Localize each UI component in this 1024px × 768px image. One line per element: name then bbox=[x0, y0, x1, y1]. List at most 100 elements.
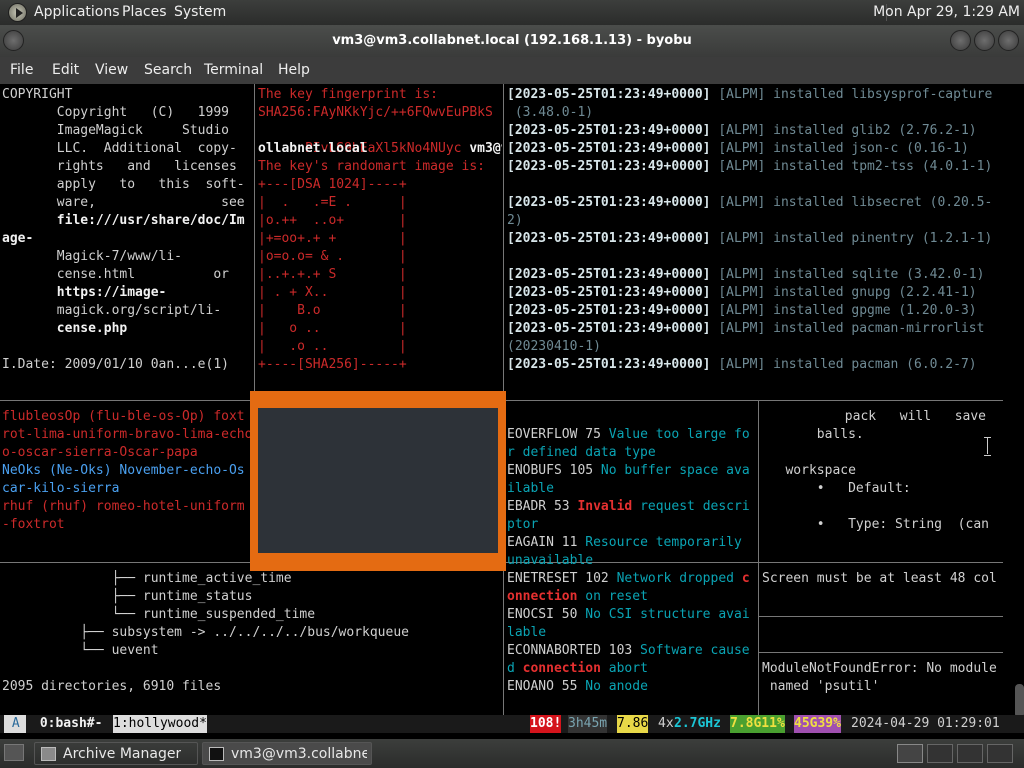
pane-nato-phonetic[interactable]: flubleosOp (flu-ble-os-Op) foxt rot-lima… bbox=[2, 408, 253, 558]
taskbar-terminal[interactable]: vm3@vm3.collabne... bbox=[202, 742, 372, 765]
pane-man-page[interactable]: COPYRIGHT Copyright (C) 1999 ImageMagick… bbox=[2, 86, 253, 386]
gnome-foot-icon[interactable] bbox=[8, 3, 27, 22]
pane-python[interactable]: ModuleNotFoundError: No module named 'ps… bbox=[762, 660, 1002, 714]
errno-desc: r defined data type bbox=[507, 445, 656, 460]
errno-desc: ilable bbox=[507, 481, 554, 496]
window-tab-1-active[interactable]: 1:hollywood* bbox=[113, 715, 207, 733]
errno-desc: abort bbox=[600, 661, 648, 676]
applications-menu[interactable]: Applications bbox=[34, 4, 120, 20]
menu-terminal[interactable]: Terminal bbox=[204, 62, 263, 78]
pane-tree[interactable]: ├── runtime_active_time ├── runtime_stat… bbox=[2, 570, 502, 714]
pacman-timestamp: [2023-05-25T01:23:49+0000] bbox=[507, 141, 711, 156]
errno-entry: ENOANO 55 No anode bbox=[507, 678, 648, 696]
errno-desc: on reset bbox=[577, 589, 648, 604]
scrollbar[interactable] bbox=[1015, 684, 1024, 718]
menu-edit[interactable]: Edit bbox=[52, 62, 79, 78]
window-tab-0[interactable]: 0:bash#- bbox=[32, 715, 110, 733]
menu-help[interactable]: Help bbox=[278, 62, 310, 78]
load-average: 7.86 bbox=[617, 715, 649, 733]
pacman-tag: [ALPM] bbox=[710, 267, 766, 282]
randomart-line: |o.++ ..o+ | bbox=[258, 213, 407, 228]
errno-entry: ECONNABORTED 103 Software cause bbox=[507, 642, 750, 660]
text-cursor-icon bbox=[984, 437, 991, 456]
menu-file[interactable]: File bbox=[10, 62, 33, 78]
errno-cont: d connection abort bbox=[507, 660, 648, 678]
workspace-2[interactable] bbox=[927, 744, 953, 763]
ssh-line: The key's randomart image is: bbox=[258, 159, 485, 174]
pacman-tag: [ALPM] bbox=[710, 87, 766, 102]
man-line: ImageMagick Studio bbox=[2, 123, 229, 138]
randomart-line: +----[SHA256]-----+ bbox=[258, 357, 407, 372]
pane-errno[interactable]: EOVERFLOW 75 Value too large fo r defined… bbox=[507, 426, 757, 714]
pacman-tag: [ALPM] bbox=[710, 321, 766, 336]
pacman-timestamp: [2023-05-25T01:23:49+0000] bbox=[507, 231, 711, 246]
man-line: apply to this soft- bbox=[2, 177, 245, 192]
errno-number: 105 bbox=[561, 463, 594, 478]
errno-number: 75 bbox=[577, 427, 601, 442]
disk-usage: 45G39% bbox=[794, 715, 841, 733]
pacman-message: installed glib2 (2.76.2-1) bbox=[765, 123, 977, 138]
clock[interactable]: Mon Apr 29, 1:29 AM bbox=[873, 4, 1020, 20]
pacman-timestamp: [2023-05-25T01:23:49+0000] bbox=[507, 267, 711, 282]
system-menu[interactable]: System bbox=[174, 4, 226, 20]
man-line: Copyright (C) 1999 bbox=[2, 105, 229, 120]
pane-ssh-keygen[interactable]: The key fingerprint is: SHA256:FAyNKkYjc… bbox=[258, 86, 502, 386]
nato-line: o-oscar-sierra-Oscar-papa bbox=[2, 445, 198, 460]
errno-number: 55 bbox=[553, 679, 578, 694]
doc-line: pack will save tar- bbox=[844, 409, 987, 424]
workspace-1[interactable] bbox=[897, 744, 923, 763]
ssh-line: The key fingerprint is: bbox=[258, 87, 439, 102]
menu-search[interactable]: Search bbox=[144, 62, 192, 78]
errno-name: ENOCSI bbox=[507, 607, 554, 622]
maximize-icon[interactable] bbox=[974, 30, 995, 51]
pacman-entry: [2023-05-25T01:23:49+0000] [ALPM] instal… bbox=[507, 86, 992, 104]
errno-desc: Network dropped bbox=[608, 571, 742, 586]
pacman-message: installed pinentry (1.2.1-1) bbox=[765, 231, 993, 246]
task-label: Archive Manager bbox=[63, 746, 182, 762]
errno-desc: No buffer space ava bbox=[593, 463, 750, 478]
places-menu[interactable]: Places bbox=[122, 4, 167, 20]
pacman-tag: [ALPM] bbox=[710, 141, 766, 156]
menu-view[interactable]: View bbox=[95, 62, 128, 78]
man-line: Magick-7/www/li- bbox=[2, 249, 183, 264]
pacman-message: installed gpgme (1.20.0-3) bbox=[765, 303, 977, 318]
errno-name: EOVERFLOW bbox=[507, 427, 578, 442]
errno-desc: unavailable bbox=[507, 553, 594, 568]
close-icon[interactable] bbox=[998, 30, 1019, 51]
memory-usage: 7.8G11% bbox=[730, 715, 785, 733]
overlay-window[interactable] bbox=[250, 391, 506, 571]
errno-number: 102 bbox=[577, 571, 609, 586]
terminal-area[interactable]: COPYRIGHT Copyright (C) 1999 ImageMagick… bbox=[0, 84, 1024, 739]
errno-cont: r defined data type bbox=[507, 444, 656, 462]
errno-name: ECONNABORTED bbox=[507, 643, 601, 658]
workspace-4[interactable] bbox=[987, 744, 1013, 763]
errno-name: EBADR bbox=[507, 499, 547, 514]
workspace-3[interactable] bbox=[957, 744, 983, 763]
errno-desc: No anode bbox=[577, 679, 648, 694]
errno-entry: ENETRESET 102 Network dropped c bbox=[507, 570, 750, 588]
errno-cont: unavailable bbox=[507, 552, 593, 570]
window-titlebar[interactable]: vm3@vm3.collabnet.local (192.168.1.13) -… bbox=[0, 25, 1024, 57]
taskbar-archive-manager[interactable]: Archive Manager bbox=[34, 742, 198, 765]
randomart-line: | B.o | bbox=[258, 303, 407, 318]
bottom-panel: Archive Manager vm3@vm3.collabne... bbox=[0, 739, 1024, 768]
pane-pacman-log[interactable]: [2023-05-25T01:23:49+0000] [ALPM] instal… bbox=[507, 86, 1003, 386]
errno-entry: EAGAIN 11 Resource temporarily bbox=[507, 534, 742, 552]
pane-screen[interactable]: Screen must be at least 48 col bbox=[762, 570, 1002, 610]
randomart-line: +---[DSA 1024]----+ bbox=[258, 177, 407, 192]
errno-cont: ilable bbox=[507, 480, 554, 498]
pacman-tag: [ALPM] bbox=[710, 285, 766, 300]
uptime: 3h45m bbox=[568, 715, 608, 733]
errno-desc: d bbox=[507, 661, 523, 676]
python-error: named 'psutil' bbox=[762, 679, 880, 694]
errno-number: 11 bbox=[553, 535, 578, 550]
randomart-line: | . .=E . | bbox=[258, 195, 407, 210]
show-desktop-icon[interactable] bbox=[4, 744, 24, 761]
pane-doc[interactable]: pack will save tar- balls. workspace • D… bbox=[762, 408, 1002, 558]
pacman-timestamp: [2023-05-25T01:23:49+0000] bbox=[507, 87, 711, 102]
doc-line: workspace bbox=[762, 463, 856, 478]
man-link: file:///usr/share/doc/Im bbox=[2, 213, 245, 228]
pacman-timestamp: [2023-05-25T01:23:49+0000] bbox=[507, 357, 711, 372]
minimize-icon[interactable] bbox=[950, 30, 971, 51]
errno-desc: No CSI structure avai bbox=[577, 607, 750, 622]
